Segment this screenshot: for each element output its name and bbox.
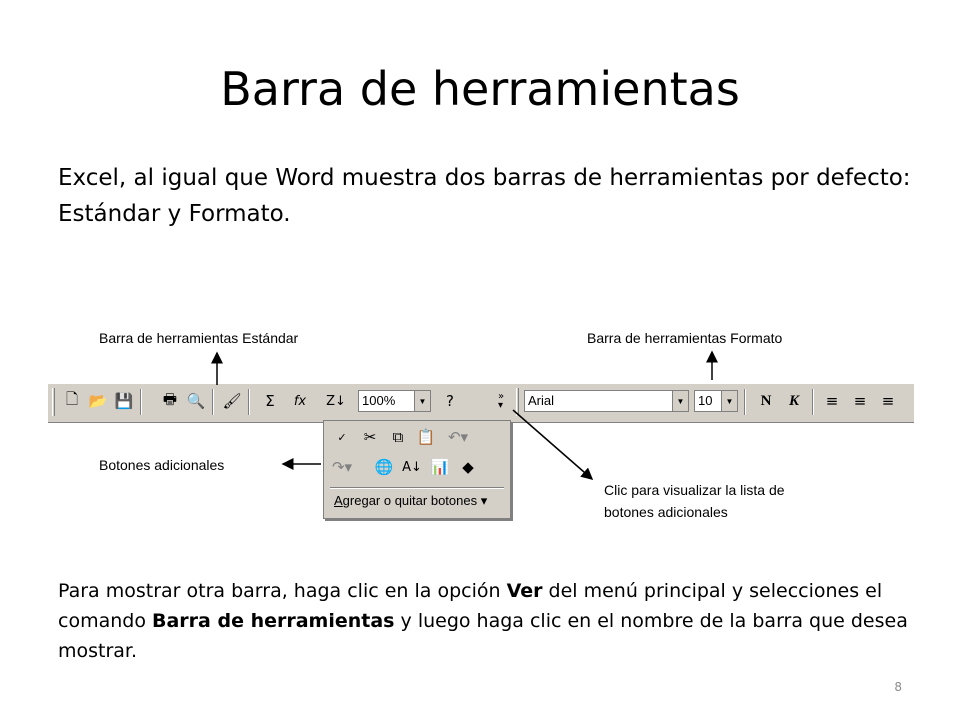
instructions-text: Para mostrar otra barra, haga clic en la… xyxy=(58,576,918,666)
outro-bold-ver: Ver xyxy=(506,580,543,602)
page-number: 8 xyxy=(894,680,902,694)
outro-part1: Para mostrar otra barra, haga clic en la… xyxy=(58,580,507,602)
outro-bold-toolbar: Barra de herramientas xyxy=(152,610,395,632)
